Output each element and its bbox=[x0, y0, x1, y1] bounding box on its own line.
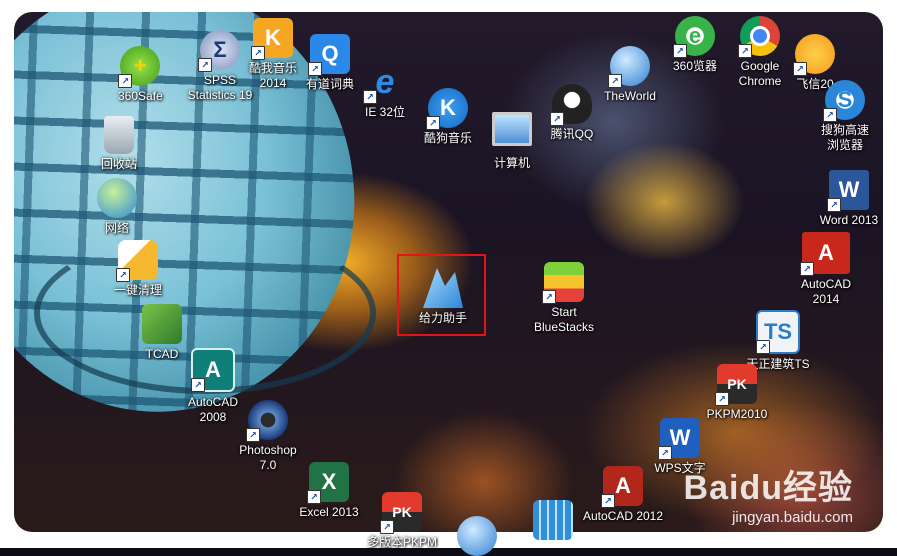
desktop-icon-bluestacks[interactable]: ↗ Start BlueStacks bbox=[526, 262, 602, 335]
chrome-icon: ↗ bbox=[738, 16, 780, 58]
desktop-icon-tianzheng[interactable]: TS ↗ 天正建筑TS bbox=[740, 310, 816, 372]
theworld-globe-icon: ↗ bbox=[608, 46, 650, 88]
desktop-icon-building-partial[interactable] bbox=[528, 500, 578, 540]
pkpm-icon: PK ↗ bbox=[380, 492, 422, 534]
computer-monitor-icon bbox=[492, 112, 532, 146]
desktop-icon-network[interactable]: 网络 bbox=[92, 178, 142, 236]
baidu-url: jingyan.baidu.com bbox=[732, 509, 853, 526]
desktop-icon-pkpm-multi[interactable]: PK ↗ 多版本PKPM bbox=[362, 492, 442, 550]
icon-label: 360Safe bbox=[118, 89, 163, 103]
desktop-icon-recycle-bin[interactable]: 回收站 bbox=[94, 116, 144, 172]
desktop-icon-youdao[interactable]: Q ↗ 有道词典 bbox=[302, 34, 358, 92]
desktop-icon-computer[interactable]: 计算机 bbox=[487, 112, 537, 171]
desktop-icon-chrome[interactable]: ↗ Google Chrome bbox=[731, 16, 789, 89]
icon-label: 酷狗音乐 bbox=[423, 131, 472, 145]
desktop-icon-kugou[interactable]: K ↗ 酷狗音乐 bbox=[420, 88, 476, 146]
broom-cleanup-icon: ↗ bbox=[116, 240, 158, 282]
photoshop-eye-icon: ↗ bbox=[246, 400, 288, 442]
kugou-music-icon: K ↗ bbox=[426, 88, 468, 130]
360safe-icon: + ↗ bbox=[118, 46, 161, 88]
sogou-browser-icon: S ↗ bbox=[823, 80, 865, 122]
building-icon bbox=[533, 500, 573, 540]
icon-label: Google Chrome bbox=[738, 59, 782, 88]
tcad-tools-icon bbox=[142, 304, 182, 344]
autocad-icon: A ↗ bbox=[191, 348, 235, 392]
baidu-watermark: Baidu经验 jingyan.baidu.com bbox=[684, 460, 853, 526]
icon-label: TheWorld bbox=[604, 89, 656, 103]
icon-label: Word 2013 bbox=[819, 213, 879, 227]
desktop-icon-sogou[interactable]: S ↗ 搜狗高速浏览器 bbox=[818, 80, 872, 153]
icon-label: 搜狗高速浏览器 bbox=[820, 123, 869, 152]
desktop-icon-autocad2014[interactable]: A ↗ AutoCAD 2014 bbox=[796, 232, 856, 307]
kuwo-music-icon: K ↗ bbox=[251, 18, 293, 60]
icon-label: IE 32位 bbox=[364, 105, 406, 119]
baidu-logo: Baidu经验 bbox=[683, 469, 853, 507]
desktop-icon-qq[interactable]: ↗ 腾讯QQ bbox=[545, 84, 599, 142]
internet-explorer-icon: e ↗ bbox=[363, 62, 405, 104]
icon-label: 一键清理 bbox=[113, 283, 162, 297]
word-icon: W ↗ bbox=[827, 170, 869, 212]
desktop-icon-globe-partial[interactable] bbox=[452, 516, 502, 556]
icon-label: AutoCAD 2012 bbox=[582, 509, 664, 523]
youdao-dictionary-icon: Q ↗ bbox=[308, 34, 350, 76]
icon-label: AutoCAD 2014 bbox=[800, 277, 852, 306]
desktop-icon-pkpm2010[interactable]: PK ↗ PKPM2010 bbox=[702, 364, 772, 422]
excel-icon: X ↗ bbox=[307, 462, 349, 504]
pkpm-icon: PK ↗ bbox=[715, 364, 757, 406]
spss-sigma-icon: Σ ↗ bbox=[198, 30, 240, 72]
icon-label: 回收站 bbox=[100, 157, 137, 171]
desktop-icon-cleanup[interactable]: ↗ 一键清理 bbox=[110, 240, 166, 298]
recycle-bin-icon bbox=[104, 116, 134, 154]
desktop-icon-tcad[interactable]: TCAD bbox=[138, 304, 186, 362]
globe-icon bbox=[457, 516, 497, 556]
icon-label: PKPM2010 bbox=[706, 407, 768, 421]
selection-highlight-box bbox=[397, 254, 486, 336]
wps-writer-icon: W ↗ bbox=[658, 418, 700, 460]
icon-label: 网络 bbox=[104, 221, 129, 235]
icon-label: 计算机 bbox=[493, 156, 530, 170]
icon-label: 有道词典 bbox=[305, 77, 354, 91]
desktop-icon-autocad2012[interactable]: A ↗ AutoCAD 2012 bbox=[583, 466, 663, 524]
desktop-icon-theworld[interactable]: ↗ TheWorld bbox=[598, 46, 662, 104]
feixin-faces-icon: ↗ bbox=[793, 34, 835, 76]
icon-label: 腾讯QQ bbox=[550, 127, 594, 141]
autocad-icon: A ↗ bbox=[800, 232, 850, 276]
icon-label: TCAD bbox=[145, 347, 179, 361]
desktop-icon-kugou2014[interactable]: K ↗ 酷我音乐 2014 bbox=[248, 18, 298, 91]
qq-penguin-icon: ↗ bbox=[550, 84, 592, 126]
icon-label: 360览器 bbox=[672, 59, 718, 73]
bluestacks-icon: ↗ bbox=[542, 262, 584, 304]
icon-label: Excel 2013 bbox=[299, 505, 359, 519]
desktop-icon-word2013[interactable]: W ↗ Word 2013 bbox=[816, 170, 882, 228]
360-browser-icon: e ↗ bbox=[673, 16, 715, 58]
desktop-icon-360browser[interactable]: e ↗ 360览器 bbox=[668, 16, 722, 74]
desktop-icon-ie32[interactable]: e ↗ IE 32位 bbox=[360, 62, 410, 120]
icon-label: 酷我音乐 2014 bbox=[248, 61, 297, 90]
network-globe-icon bbox=[97, 178, 137, 218]
tianzheng-ts-icon: TS ↗ bbox=[756, 310, 800, 354]
desktop-icon-excel2013[interactable]: X ↗ Excel 2013 bbox=[294, 462, 364, 520]
icon-label: Start BlueStacks bbox=[533, 305, 595, 334]
desktop-icon-360safe[interactable]: + ↗ 360Safe bbox=[118, 46, 163, 104]
autocad-icon: A ↗ bbox=[601, 466, 643, 508]
